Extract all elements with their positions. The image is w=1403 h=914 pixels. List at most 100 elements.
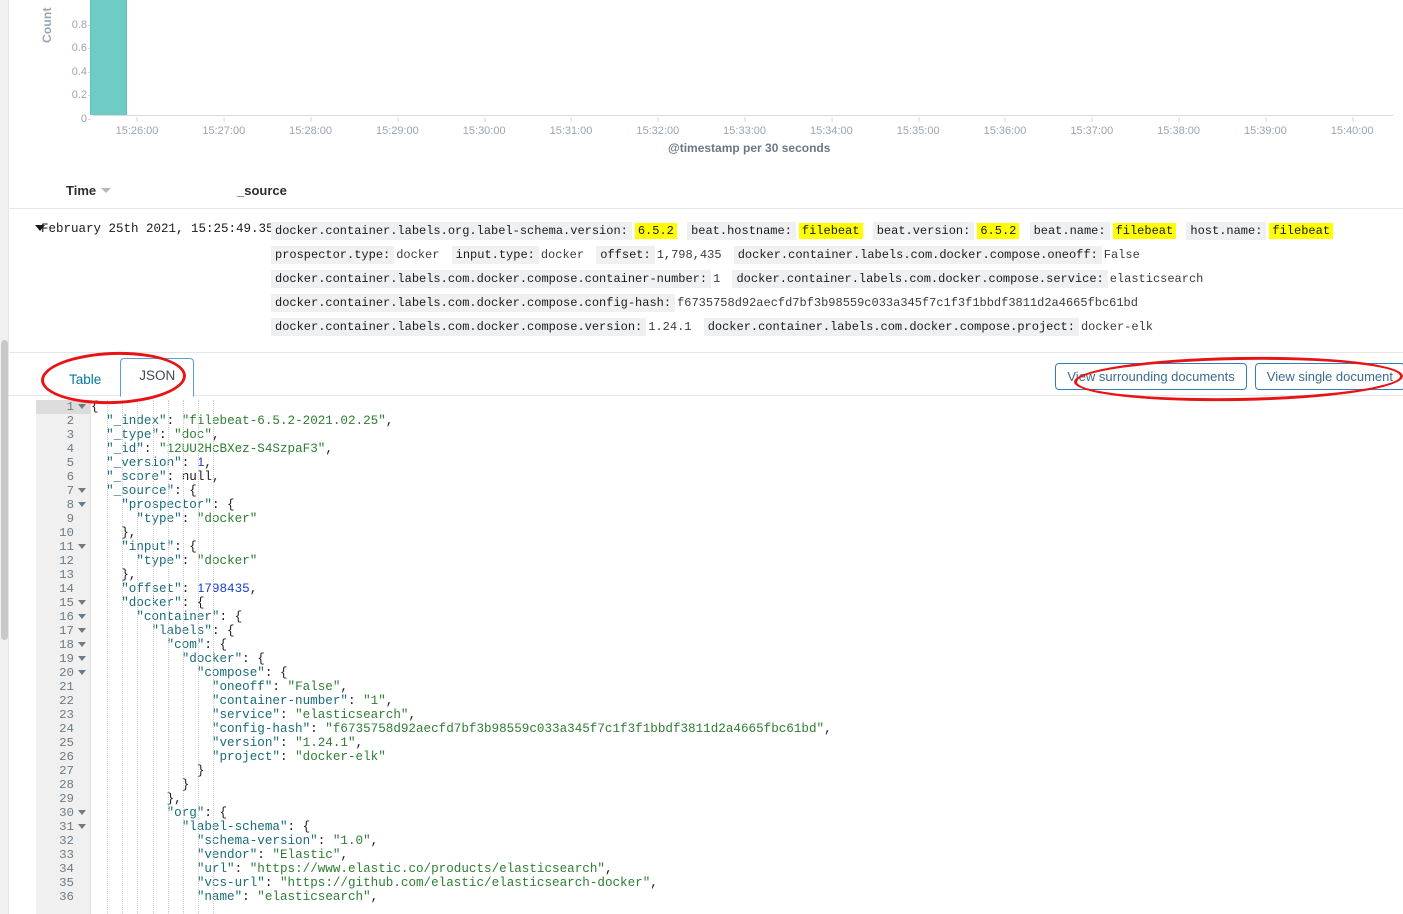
table-row: February 25th 2021, 15:25:49.353 docker.…	[9, 209, 1403, 339]
code-line-number[interactable]: 21	[36, 680, 90, 694]
code-token: :	[279, 736, 296, 750]
source-field-value: 1.24.1	[648, 320, 692, 334]
code-token: ,	[340, 680, 348, 694]
y-axis-tick-label: 0.4	[72, 66, 91, 78]
code-line-number[interactable]: 16	[36, 610, 90, 624]
code-fold-toggle-icon[interactable]	[78, 810, 86, 815]
code-line-number[interactable]: 30	[36, 806, 90, 820]
code-token: ,	[325, 442, 333, 456]
code-line: }	[91, 764, 1403, 778]
json-code-viewer[interactable]: 1 2 3 4 5 6 7 8 9 10 11 12 13 14 15 16 17 18 19 20 21 22 23 24 2…	[9, 400, 1403, 914]
code-token: "docker"	[196, 554, 258, 568]
code-line-number[interactable]: 25	[36, 736, 90, 750]
page-scrollbar-thumb[interactable]	[1, 340, 8, 640]
code-line-number[interactable]: 22	[36, 694, 90, 708]
code-line-number[interactable]: 8	[36, 498, 90, 512]
column-header-source[interactable]: _source	[237, 183, 287, 198]
code-fold-toggle-icon[interactable]	[78, 502, 86, 507]
code-fold-toggle-icon[interactable]	[78, 656, 86, 661]
code-token: ,	[650, 876, 658, 890]
sort-descending-icon[interactable]	[101, 188, 112, 194]
code-line-number[interactable]: 6	[36, 470, 90, 484]
page-scrollbar[interactable]	[0, 0, 9, 914]
document-view-actions: View surrounding documents View single d…	[1055, 363, 1403, 390]
code-line: }	[91, 778, 1403, 792]
code-line-number[interactable]: 32	[36, 834, 90, 848]
code-token: :	[166, 414, 182, 428]
code-line-number[interactable]: 11	[36, 540, 90, 554]
code-token: ,	[824, 722, 832, 736]
code-line-number[interactable]: 17	[36, 624, 90, 638]
code-line-number[interactable]: 2	[36, 414, 90, 428]
code-fold-toggle-icon[interactable]	[78, 628, 86, 633]
code-line-number[interactable]: 5	[36, 456, 90, 470]
code-fold-toggle-icon[interactable]	[78, 670, 86, 675]
code-token: ,	[249, 582, 258, 596]
code-token: "container"	[136, 610, 220, 624]
expand-row-cell[interactable]	[9, 219, 45, 339]
code-line-number[interactable]: 9	[36, 512, 90, 526]
x-axis-tick-label: 15:31:00	[550, 117, 592, 137]
code-fold-toggle-icon[interactable]	[78, 824, 86, 829]
code-line: "name": "elasticsearch",	[91, 890, 1403, 904]
code-line-number[interactable]: 27	[36, 764, 90, 778]
code-line: "oneoff": "False",	[91, 680, 1403, 694]
code-line-number-gutter[interactable]: 1 2 3 4 5 6 7 8 9 10 11 12 13 14 15 16 17 18 19 20 21 22 23 24 2…	[36, 400, 91, 914]
code-token: : {	[264, 666, 288, 680]
code-line: "schema-version": "1.0",	[91, 834, 1403, 848]
code-line-number[interactable]: 34	[36, 862, 90, 876]
column-header-time[interactable]: Time	[9, 183, 237, 198]
code-line-number[interactable]: 10	[36, 526, 90, 540]
code-line: "compose": {	[91, 666, 1403, 680]
code-token: "https://www.elastic.co/products/elastic…	[249, 862, 605, 876]
code-line-number[interactable]: 14	[36, 582, 90, 596]
x-axis-tick-mark	[831, 117, 833, 122]
code-token: "doc"	[174, 428, 212, 442]
view-surrounding-documents-button[interactable]: View surrounding documents	[1055, 363, 1247, 390]
code-token: "compose"	[196, 666, 265, 680]
code-line-number[interactable]: 3	[36, 428, 90, 442]
code-content[interactable]: { "_index": "filebeat-6.5.2-2021.02.25",…	[91, 400, 1403, 914]
code-fold-toggle-icon[interactable]	[78, 614, 86, 619]
source-field-value: filebeat	[1112, 223, 1177, 239]
code-line-number[interactable]: 19	[36, 652, 90, 666]
code-line-number[interactable]: 28	[36, 778, 90, 792]
code-token: "docker"	[121, 596, 182, 610]
source-field-value: filebeat	[798, 223, 863, 239]
code-token: : {	[204, 806, 228, 820]
code-token: "project"	[211, 750, 280, 764]
code-line-number[interactable]: 13	[36, 568, 90, 582]
code-line-number[interactable]: 12	[36, 554, 90, 568]
tab-json[interactable]: JSON	[120, 358, 195, 397]
code-fold-toggle-icon[interactable]	[78, 404, 86, 409]
code-line-number[interactable]: 23	[36, 708, 90, 722]
code-line-number[interactable]: 20	[36, 666, 90, 680]
code-fold-toggle-icon[interactable]	[78, 600, 86, 605]
code-line-number[interactable]: 4	[36, 442, 90, 456]
code-fold-toggle-icon[interactable]	[78, 488, 86, 493]
code-line-number[interactable]: 36	[36, 890, 90, 904]
code-line-number[interactable]: 1	[36, 400, 90, 414]
code-line-number[interactable]: 24	[36, 722, 90, 736]
code-fold-toggle-icon[interactable]	[78, 642, 86, 647]
code-line-number[interactable]: 31	[36, 820, 90, 834]
code-token: : {	[287, 820, 311, 834]
code-fold-toggle-icon[interactable]	[78, 544, 86, 549]
code-line-number[interactable]: 29	[36, 792, 90, 806]
code-line: "type": "docker"	[91, 512, 1403, 526]
histogram-bar[interactable]	[89, 0, 127, 115]
code-line-number[interactable]: 33	[36, 848, 90, 862]
source-field-name: docker.container.labels.com.docker.compo…	[703, 318, 1079, 336]
code-line: "docker": {	[91, 652, 1403, 666]
code-token: :	[272, 680, 288, 694]
code-indent-guide	[122, 400, 124, 914]
code-line-number[interactable]: 35	[36, 876, 90, 890]
code-line-number[interactable]: 26	[36, 750, 90, 764]
x-axis-tick-label: 15:36:00	[984, 117, 1026, 137]
view-single-document-button[interactable]: View single document	[1254, 363, 1403, 390]
code-line-number[interactable]: 18	[36, 638, 90, 652]
code-line-number[interactable]: 15	[36, 596, 90, 610]
tab-table[interactable]: Table	[50, 362, 120, 397]
code-line-number[interactable]: 7	[36, 484, 90, 498]
source-field-name: docker.container.labels.org.label-schema…	[271, 222, 632, 240]
